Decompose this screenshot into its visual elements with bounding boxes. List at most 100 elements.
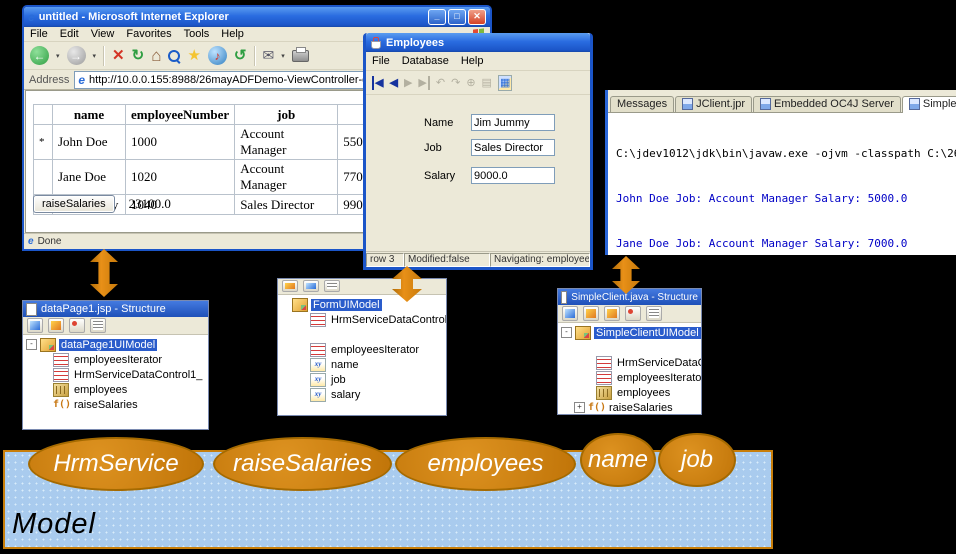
tree-node[interactable]: HrmServiceDataControl1_: [23, 367, 208, 382]
menu-help[interactable]: Help: [221, 28, 244, 40]
collection-icon: [596, 386, 612, 400]
tree-node-root[interactable]: - SimpleClientUIModel: [558, 325, 701, 340]
browser-titlebar[interactable]: e untitled - Microsoft Internet Explorer…: [24, 7, 490, 27]
property-list-icon[interactable]: [324, 280, 340, 292]
forward-caret-icon[interactable]: ▾: [93, 52, 97, 60]
menu-favorites[interactable]: Favorites: [126, 28, 171, 40]
uimodel-view-icon[interactable]: [48, 318, 64, 333]
tree-node[interactable]: xy job: [278, 372, 446, 387]
property-list-icon[interactable]: [646, 306, 662, 321]
tree-node[interactable]: employeesIterator: [278, 342, 446, 357]
source-view-icon[interactable]: [562, 306, 578, 321]
simpleclient-structure-panel: SimpleClient.java - Structure - SimpleCl…: [557, 288, 702, 415]
freeze-view-icon[interactable]: [303, 280, 319, 292]
oval-name: name: [580, 433, 656, 487]
tree-node-root[interactable]: FormUIModel: [278, 297, 446, 312]
back-caret-icon[interactable]: ▾: [56, 52, 60, 60]
maximize-button[interactable]: □: [448, 9, 466, 25]
menu-file[interactable]: File: [30, 28, 48, 40]
redo-icon[interactable]: ↷: [451, 76, 460, 90]
previous-record-icon[interactable]: ◀: [389, 76, 397, 90]
tree-node-root[interactable]: - dataPage1UIModel: [23, 337, 208, 352]
attribute-icon: xy: [310, 373, 326, 387]
find-icon[interactable]: ⊕: [466, 76, 475, 90]
menu-file[interactable]: File: [372, 55, 390, 67]
mail-caret-icon[interactable]: ▾: [281, 52, 285, 60]
media-button-icon[interactable]: ♪: [208, 46, 227, 65]
tab-simpleclient-jpr[interactable]: SimpleClient.jpr: [902, 96, 956, 113]
tree-node[interactable]: f() raiseSalaries: [23, 397, 208, 412]
job-field[interactable]: [471, 139, 555, 156]
tree-node[interactable]: xy name: [278, 357, 446, 372]
raise-salaries-button[interactable]: raiseSalaries: [33, 195, 115, 213]
next-record-icon[interactable]: ▶: [404, 76, 412, 90]
commit-icon[interactable]: ▦: [498, 75, 512, 91]
pin-icon[interactable]: [69, 318, 85, 333]
tree-node[interactable]: employees: [558, 385, 701, 400]
iterator-icon: [310, 313, 326, 327]
name-field[interactable]: [471, 114, 555, 131]
simpleclient-panel-title: SimpleClient.java - Structure: [571, 292, 698, 303]
tree-node[interactable]: HrmServiceDataControl1: [558, 355, 701, 370]
attribute-icon: xy: [310, 358, 326, 372]
cell-number: 1000: [126, 125, 235, 160]
search-button-icon[interactable]: [168, 50, 180, 62]
simpleclient-panel-titlebar[interactable]: SimpleClient.java - Structure: [558, 289, 701, 305]
tree-node[interactable]: HrmServiceDataControl1_: [278, 312, 446, 327]
toolbar-separator: [103, 46, 105, 66]
tree-node[interactable]: xy salary: [278, 387, 446, 402]
menu-database[interactable]: Database: [402, 55, 449, 67]
datapage-panel-titlebar[interactable]: dataPage1.jsp - Structure: [23, 301, 208, 317]
java-cup-icon: [370, 37, 382, 49]
menu-edit[interactable]: Edit: [60, 28, 79, 40]
iterator-icon: [53, 353, 69, 367]
row-marker: [34, 160, 53, 195]
history-button-icon[interactable]: ↺: [234, 48, 247, 63]
tab-messages[interactable]: Messages: [610, 96, 674, 112]
status-navigating: Navigating: employeesIterator: [490, 253, 590, 267]
home-button-icon[interactable]: ⌂: [151, 48, 161, 63]
tree-node[interactable]: employees: [23, 382, 208, 397]
undo-icon[interactable]: ↶: [436, 76, 445, 90]
tree-root-label: SimpleClientUIModel: [594, 327, 701, 339]
tree-node[interactable]: + f() raiseSalaries: [558, 400, 701, 414]
minimize-button[interactable]: _: [428, 9, 446, 25]
salary-field[interactable]: [471, 167, 555, 184]
forward-button-icon[interactable]: →: [67, 46, 86, 65]
iterator-icon: [310, 343, 326, 357]
browser-status-text: Done: [38, 236, 62, 247]
uimodel-icon: [292, 298, 308, 312]
uimodel-view-icon[interactable]: [282, 280, 298, 292]
datapage-tree: - dataPage1UIModel employeesIterator Hrm…: [23, 335, 208, 429]
collapse-icon[interactable]: -: [26, 339, 37, 350]
menu-help[interactable]: Help: [461, 55, 484, 67]
tree-node[interactable]: employeesIterator: [558, 370, 701, 385]
log-output[interactable]: C:\jdev1012\jdk\bin\javaw.exe -ojvm -cla…: [608, 112, 956, 255]
property-list-icon[interactable]: [90, 318, 106, 333]
favorites-button-icon[interactable]: ★: [187, 48, 200, 63]
back-button-icon[interactable]: ←: [30, 46, 49, 65]
tree-node[interactable]: employeesIterator: [23, 352, 208, 367]
first-record-icon[interactable]: ◀: [372, 76, 383, 90]
mail-button-icon[interactable]: ✉: [263, 48, 275, 63]
print-button-icon[interactable]: [292, 50, 309, 62]
collapse-icon[interactable]: -: [561, 327, 572, 338]
menu-tools[interactable]: Tools: [184, 28, 210, 40]
freeze-view-icon[interactable]: [27, 318, 43, 333]
close-button[interactable]: ✕: [468, 9, 486, 25]
refresh-button-icon[interactable]: ↻: [132, 48, 145, 63]
stop-button-icon[interactable]: ✕: [112, 48, 125, 63]
uimodel-view-icon[interactable]: [583, 306, 599, 321]
employees-titlebar[interactable]: Employees: [366, 33, 590, 52]
tab-jclient-jpr[interactable]: JClient.jpr: [675, 96, 752, 112]
cell-name: John Doe: [53, 125, 126, 160]
copy-icon[interactable]: ▤: [482, 76, 492, 90]
tab-embedded-oc4j[interactable]: Embedded OC4J Server: [753, 96, 901, 112]
col-name: name: [53, 105, 126, 125]
model-view-icon[interactable]: [604, 306, 620, 321]
menu-view[interactable]: View: [91, 28, 115, 40]
last-record-icon[interactable]: ▶: [418, 76, 429, 90]
expand-icon[interactable]: +: [574, 402, 585, 413]
oval-raisesalaries: raiseSalaries: [213, 437, 392, 491]
pin-icon[interactable]: [625, 306, 641, 321]
